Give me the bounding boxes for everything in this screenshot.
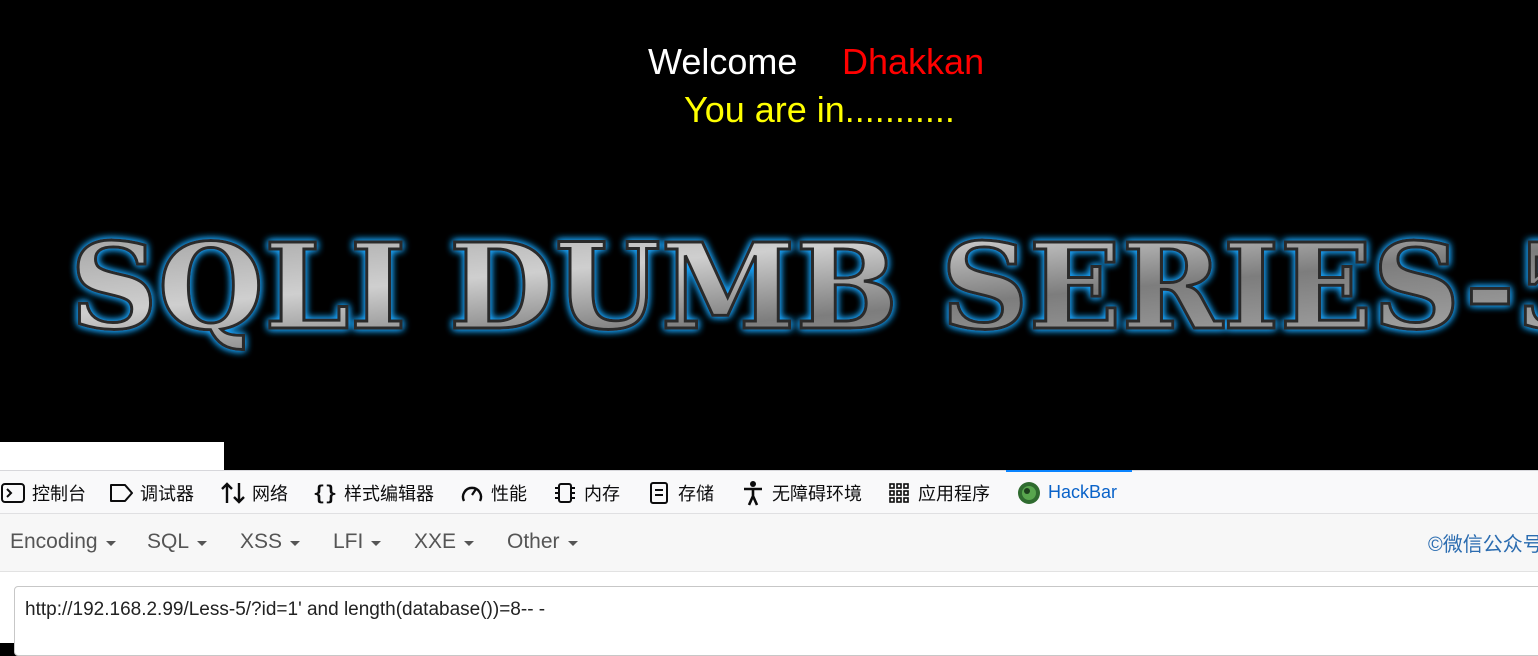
xxe-dropdown[interactable]: XXE: [414, 530, 475, 554]
status-message: You are in...........: [684, 89, 955, 130]
xss-dropdown[interactable]: XSS: [240, 530, 301, 554]
page-content: Welcome Dhakkan You are in........... SQ…: [0, 0, 1538, 470]
tab-label: 调试器: [140, 483, 194, 504]
user-name: Dhakkan: [842, 41, 985, 82]
devtools-tabbar: 控制台 调试器 网络 {} 样式编辑器 性能 内存 存储 无障碍环境 应用程序 …: [0, 470, 1538, 514]
tab-label: 性能: [491, 483, 527, 504]
caret-down-icon: [371, 540, 382, 546]
tab-label: 样式编辑器: [344, 483, 434, 504]
network-arrows-icon: [220, 480, 246, 506]
tab-label: 无障碍环境: [772, 483, 862, 504]
other-dropdown[interactable]: Other: [507, 530, 578, 554]
tab-accessibility[interactable]: 无障碍环境: [740, 471, 862, 514]
blank-area: [0, 442, 224, 470]
gauge-icon: [459, 480, 485, 506]
tab-debugger[interactable]: 调试器: [108, 471, 194, 514]
banner-text: SQLI DUMB SERIES-5: [70, 217, 1538, 356]
hackbar-icon: [1016, 480, 1042, 506]
caret-down-icon: [105, 540, 116, 546]
tab-label: 内存: [584, 483, 620, 504]
tab-hackbar[interactable]: HackBar: [1006, 470, 1132, 513]
tab-label: 存储: [678, 483, 714, 504]
devtools-panel: 控制台 调试器 网络 {} 样式编辑器 性能 内存 存储 无障碍环境 应用程序 …: [0, 470, 1538, 656]
tab-label: 控制台: [32, 483, 86, 504]
dropdown-label: LFI: [333, 530, 364, 553]
debugger-icon: [108, 480, 134, 506]
tab-label: HackBar: [1048, 482, 1118, 502]
caret-down-icon: [567, 540, 578, 546]
tab-performance[interactable]: 性能: [459, 471, 527, 514]
hackbar-toolbar: Encoding SQL XSS LFI XXE Other ©微信公众号: [0, 514, 1538, 572]
sqli-banner-title: SQLI DUMB SERIES-5: [69, 216, 1538, 358]
tab-style-editor[interactable]: {} 样式编辑器: [312, 471, 434, 514]
console-icon: [0, 480, 26, 506]
tab-label: 应用程序: [918, 483, 990, 504]
caret-down-icon: [197, 540, 208, 546]
url-textarea[interactable]: http://192.168.2.99/Less-5/?id=1' and le…: [14, 586, 1538, 656]
tab-application[interactable]: 应用程序: [886, 471, 990, 514]
dropdown-label: SQL: [147, 530, 190, 553]
braces-icon: {}: [312, 480, 338, 505]
dropdown-label: Encoding: [10, 530, 98, 553]
tab-label: 网络: [252, 483, 288, 504]
tab-storage[interactable]: 存储: [646, 471, 714, 514]
memory-chip-icon: [552, 480, 578, 506]
caret-down-icon: [464, 540, 475, 546]
accessibility-icon: [740, 480, 766, 506]
dropdown-label: Other: [507, 530, 560, 553]
grid-icon: [886, 480, 912, 506]
dropdown-label: XSS: [240, 530, 283, 553]
encoding-dropdown[interactable]: Encoding: [10, 530, 116, 554]
dropdown-label: XXE: [414, 530, 457, 553]
tab-memory[interactable]: 内存: [552, 471, 620, 514]
welcome-text: Welcome: [648, 41, 798, 82]
lfi-dropdown[interactable]: LFI: [333, 530, 382, 554]
caret-down-icon: [290, 540, 301, 546]
tab-network[interactable]: 网络: [220, 471, 288, 514]
watermark-text: ©微信公众号: [1428, 534, 1538, 556]
storage-icon: [646, 480, 672, 506]
sql-dropdown[interactable]: SQL: [147, 530, 208, 554]
tab-console[interactable]: 控制台: [0, 471, 86, 514]
url-value: http://192.168.2.99/Less-5/?id=1' and le…: [25, 599, 546, 620]
